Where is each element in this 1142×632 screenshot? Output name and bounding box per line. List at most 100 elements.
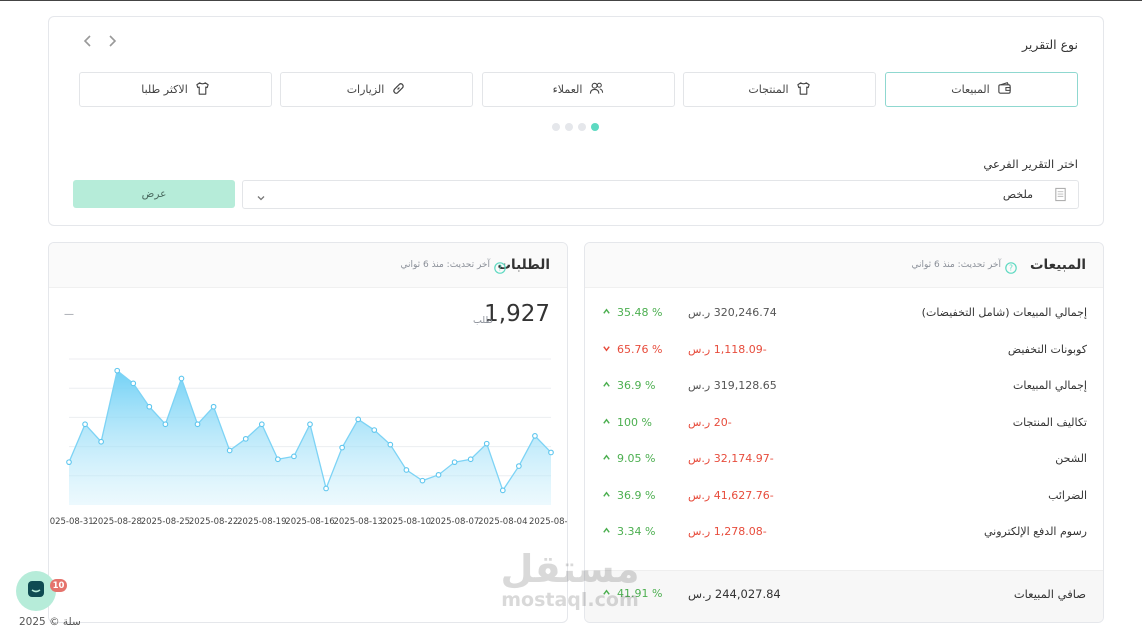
sales-row-pct-text: 35.48 %: [617, 306, 663, 319]
carousel-dot-active[interactable]: [591, 123, 599, 131]
sales-row-pct-text: 3.34 %: [617, 525, 656, 538]
chart-point[interactable]: [483, 440, 490, 447]
orders-compare-dash: —: [64, 309, 74, 320]
tab-customers[interactable]: العملاء: [482, 72, 675, 107]
sales-row-pct: 36.9 %: [602, 489, 655, 502]
sales-row-value: -1,278.08 ر.س: [688, 525, 767, 538]
sales-row-name: إجمالي المبيعات (شامل التخفيضات): [921, 306, 1087, 319]
chart-point[interactable]: [467, 456, 474, 463]
chart-point[interactable]: [532, 433, 538, 439]
chart-point[interactable]: [98, 438, 104, 445]
chart-point[interactable]: [371, 427, 378, 433]
chart-point[interactable]: [451, 459, 458, 466]
chevron-right-icon[interactable]: [105, 33, 119, 52]
watermark-en: mostaql.com: [501, 589, 639, 611]
sales-row-value: -20 ر.س: [688, 415, 732, 429]
chart-point[interactable]: [387, 441, 394, 448]
chart-point[interactable]: [242, 435, 249, 442]
chart-point[interactable]: [323, 485, 329, 492]
sales-row-pct-text: 36.9 %: [617, 379, 656, 392]
help-icon[interactable]: ?: [494, 259, 506, 278]
sales-row-pct: 36.9 %: [602, 379, 655, 392]
sales-card-header: [585, 243, 1103, 288]
tab-sales[interactable]: المبيعات: [885, 72, 1078, 107]
view-button[interactable]: عرض: [73, 180, 235, 208]
svg-text:?: ?: [1009, 264, 1013, 273]
copyright: سلة © 2025: [19, 616, 81, 628]
sub-report-value: ملخص: [1002, 188, 1033, 201]
chart-tick-label: 2025-08-16: [285, 517, 334, 527]
net-sales-value: 244,027.84 ر.س: [688, 587, 781, 601]
tab-visits[interactable]: الزيارات: [280, 72, 473, 107]
chart-point[interactable]: [146, 403, 153, 410]
arrow-up-icon: [602, 379, 611, 392]
carousel-dot[interactable]: [565, 123, 573, 131]
tab-label: الزيارات: [346, 83, 385, 96]
sales-row-value: -32,174.97 ر.س: [688, 452, 774, 465]
sales-row: كوبونات التخفيض -1,118.09 ر.س 65.76 %: [585, 343, 1103, 363]
carousel-dot[interactable]: [552, 123, 560, 131]
chart-point[interactable]: [114, 367, 121, 374]
chart-point[interactable]: [516, 463, 522, 469]
chart-tick-label: 2025-08-10: [382, 517, 431, 527]
tab-label: المنتجات: [748, 83, 789, 96]
chart-point[interactable]: [403, 467, 410, 473]
chart-point[interactable]: [548, 449, 554, 456]
svg-text:?: ?: [498, 264, 502, 273]
chart-point[interactable]: [339, 444, 345, 451]
sales-row-value: 319,128.65 ر.س: [688, 379, 777, 392]
sales-row-pct: 100 %: [602, 416, 652, 429]
sales-row-name: الشحن: [1055, 452, 1087, 465]
shirt-icon: [796, 81, 811, 99]
net-sales-label: صافي المبيعات: [1013, 587, 1086, 601]
sub-report-select[interactable]: ملخص: [242, 180, 1079, 209]
report-type-card: نوع التقرير المبيعات المنتجات العملاء ال…: [48, 16, 1104, 226]
chat-icon: [26, 579, 46, 603]
orders-unit: طلب: [472, 315, 493, 326]
arrow-up-icon: [602, 416, 611, 429]
chart-point[interactable]: [210, 403, 217, 410]
chat-button[interactable]: [16, 571, 56, 611]
sales-row-name: تكاليف المنتجات: [1012, 415, 1087, 429]
users-icon: [589, 81, 604, 99]
chart-point[interactable]: [226, 447, 233, 454]
chart-point[interactable]: [82, 421, 88, 428]
chart-tick-label: 2025-08-13: [333, 517, 382, 527]
report-type-title: نوع التقرير: [1021, 37, 1078, 52]
chart-point[interactable]: [419, 477, 426, 484]
tab-products[interactable]: المنتجات: [683, 72, 876, 107]
chart-point[interactable]: [499, 487, 506, 494]
chart-point[interactable]: [66, 459, 72, 466]
chart-point[interactable]: [355, 416, 362, 423]
chart-tick-label: 2025-08-28: [92, 517, 141, 527]
chart-point[interactable]: [162, 421, 169, 428]
chart-point[interactable]: [307, 421, 313, 428]
chart-point[interactable]: [194, 421, 201, 428]
sales-row-pct: 35.48 %: [602, 306, 662, 319]
chart-point[interactable]: [178, 375, 185, 382]
wallet-icon: [997, 81, 1012, 99]
sales-row-name: الضرائب: [1048, 488, 1087, 502]
chevron-left-icon[interactable]: [81, 33, 95, 52]
chart-point[interactable]: [291, 453, 297, 460]
chart-tick-label: 2025-08-22: [189, 517, 238, 527]
chart-point[interactable]: [435, 471, 442, 478]
chart-point[interactable]: [275, 456, 281, 463]
sales-row-pct-text: 100 %: [617, 415, 652, 429]
link-icon: [391, 81, 406, 99]
sales-row: تكاليف المنتجات -20 ر.س 100 %: [585, 416, 1103, 436]
arrow-up-icon: [602, 452, 611, 465]
chart-tick-label: 2025-08-07: [430, 517, 479, 527]
sales-row: إجمالي المبيعات (شامل التخفيضات) 320,246.…: [585, 306, 1103, 326]
sales-row-pct: 9.05 %: [602, 452, 655, 465]
chart-tick-label: 2025-08-31: [49, 517, 94, 527]
chart-tick-label: 2025-08-0: [529, 517, 568, 527]
arrow-up-icon: [602, 489, 611, 502]
help-icon[interactable]: ?: [1005, 259, 1017, 278]
tab-most-ordered[interactable]: الاكثر طلبا: [79, 72, 272, 107]
chart-point[interactable]: [130, 380, 137, 387]
shirt-icon: [195, 81, 210, 99]
carousel-dot[interactable]: [578, 123, 586, 131]
chart-point[interactable]: [258, 421, 265, 428]
sales-card: المبيعات ? آخر تحديث: منذ 6 ثواني إجمالي…: [584, 242, 1104, 623]
